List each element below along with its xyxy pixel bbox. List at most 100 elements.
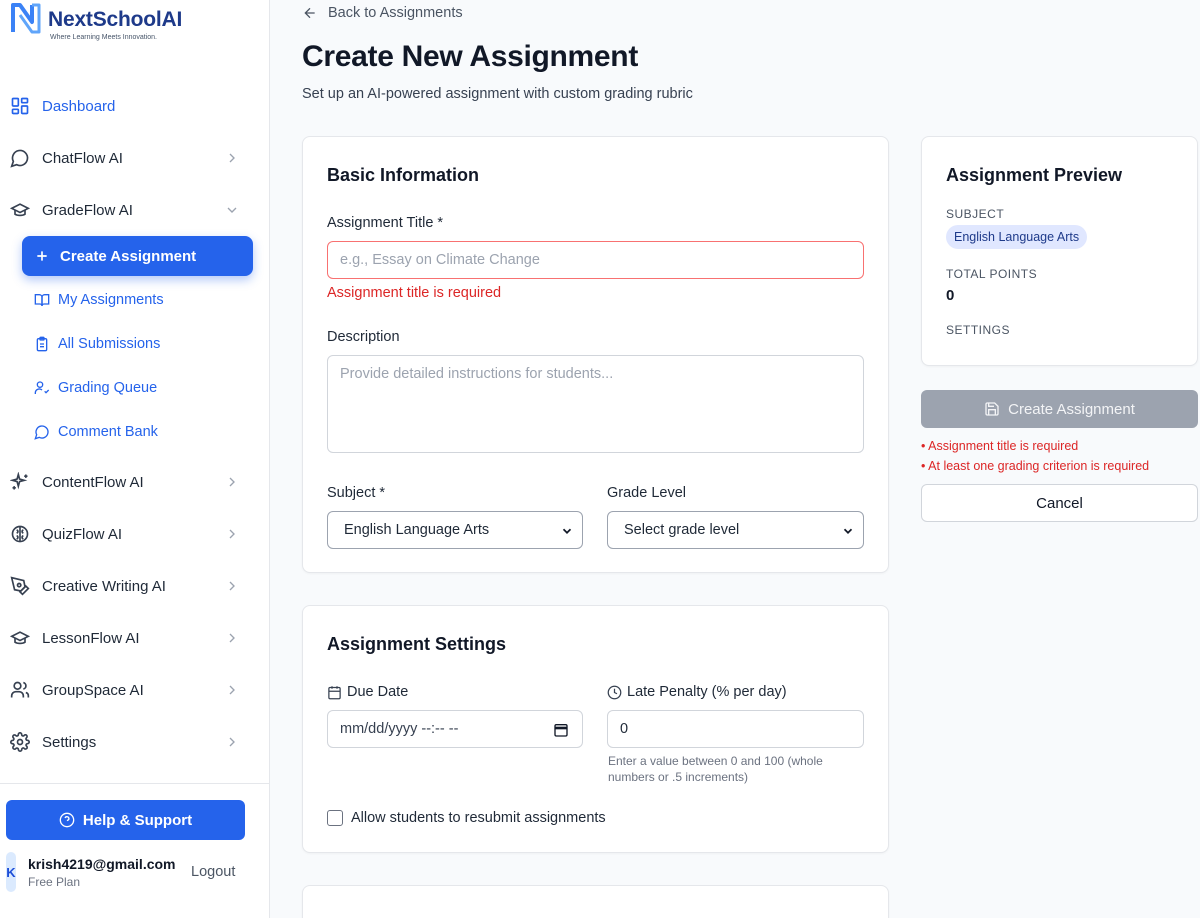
grid-icon xyxy=(11,97,29,115)
clock-icon xyxy=(607,685,622,699)
sidebar-item-label: ChatFlow AI xyxy=(42,149,123,167)
validation-errors: • Assignment title is required • At leas… xyxy=(921,436,1149,476)
chevron-down-icon xyxy=(227,207,237,213)
brain-icon xyxy=(11,525,29,543)
preview-subject-label: SUBJECT xyxy=(946,207,1005,221)
late-penalty-label-text: Late Penalty (% per day) xyxy=(627,684,787,700)
late-penalty-input[interactable] xyxy=(607,710,864,748)
sidebar: NextSchoolAI Where Learning Meets Innova… xyxy=(0,0,270,918)
sidebar-subitem-all-submissions[interactable]: All Submissions xyxy=(34,324,160,364)
sparkles-icon xyxy=(10,472,28,490)
logo[interactable]: NextSchoolAI Where Learning Meets Innova… xyxy=(10,2,182,41)
page-title: Create New Assignment xyxy=(302,40,639,73)
assignment-preview-title: Assignment Preview xyxy=(946,165,1123,185)
assignment-title-label: Assignment Title * xyxy=(327,215,444,231)
user-panel: K krish4219@gmail.com Free Plan Logout xyxy=(6,852,256,892)
validation-error-item: • Assignment title is required xyxy=(921,439,1079,453)
save-icon xyxy=(985,402,999,416)
assignment-title-input[interactable] xyxy=(327,241,864,279)
chat-bubble-icon xyxy=(10,149,29,168)
gear-icon xyxy=(10,732,30,752)
graduation-cap-icon xyxy=(10,631,30,645)
chat-bubble-icon xyxy=(34,425,49,440)
clipboard-icon xyxy=(36,336,48,352)
chevron-right-icon xyxy=(229,153,235,163)
sidebar-item-label: QuizFlow AI xyxy=(42,525,123,543)
sidebar-item-creative-writing[interactable]: Creative Writing AI xyxy=(0,560,269,612)
sidebar-item-label: Creative Writing AI xyxy=(42,577,166,595)
plus-icon xyxy=(37,251,47,261)
sidebar-item-label: Dashboard xyxy=(42,97,116,115)
cancel-button[interactable]: Cancel xyxy=(921,484,1198,522)
calendar-icon xyxy=(328,685,341,699)
logo-icon xyxy=(11,3,41,34)
grading-rubric-card xyxy=(302,885,889,918)
subject-label: Subject * xyxy=(327,485,386,501)
late-penalty-hint-line-2: numbers or .5 increments) xyxy=(608,770,749,784)
grade-level-select-value: Select grade level xyxy=(624,522,740,538)
chevron-right-icon xyxy=(229,581,235,591)
preview-points-value: 0 xyxy=(946,287,955,304)
sidebar-subitem-label: All Submissions xyxy=(58,336,161,352)
create-assignment-button[interactable]: Create Assignment xyxy=(921,390,1198,428)
sidebar-item-groupspace[interactable]: GroupSpace AI xyxy=(0,664,269,716)
avatar[interactable]: K xyxy=(6,852,16,892)
sidebar-item-dashboard[interactable]: Dashboard xyxy=(0,80,269,132)
assignment-settings-card: Assignment Settings Due Date mm/dd/yyyy … xyxy=(302,605,889,853)
sidebar-item-label: GradeFlow AI xyxy=(42,201,133,219)
late-penalty-hint-line-1: Enter a value between 0 and 100 (whole xyxy=(608,754,823,768)
basic-information-title: Basic Information xyxy=(327,165,480,185)
due-date-placeholder: mm/dd/yyyy --:-- -- xyxy=(340,721,459,737)
sidebar-item-label: Settings xyxy=(42,733,97,751)
grade-level-select[interactable]: Select grade level xyxy=(607,511,864,549)
help-support-button[interactable]: Help & Support xyxy=(6,800,245,840)
resubmit-checkbox[interactable] xyxy=(327,810,343,826)
due-date-label: Due Date xyxy=(327,684,408,700)
resubmit-label[interactable]: Allow students to resubmit assignments xyxy=(351,810,606,826)
chevron-down-icon xyxy=(843,528,853,534)
page-subtitle: Set up an AI-powered assignment with cus… xyxy=(302,86,693,102)
sidebar-item-label: GroupSpace AI xyxy=(42,681,144,699)
subject-select-value: English Language Arts xyxy=(344,522,490,538)
sidebar-subitem-label: Comment Bank xyxy=(58,424,158,440)
sidebar-subitem-create-assignment[interactable]: Create Assignment xyxy=(22,236,253,276)
sidebar-subitem-comment-bank[interactable]: Comment Bank xyxy=(34,412,158,452)
chevron-right-icon xyxy=(229,685,235,695)
validation-error-item: • At least one grading criterion is requ… xyxy=(921,459,1150,473)
chevron-right-icon xyxy=(229,737,235,747)
sidebar-subitem-grading-queue[interactable]: Grading Queue xyxy=(34,368,157,408)
due-date-label-text: Due Date xyxy=(347,684,409,700)
sidebar-item-settings[interactable]: Settings xyxy=(0,716,269,768)
arrow-left-icon xyxy=(304,7,315,19)
subject-select[interactable]: English Language Arts xyxy=(327,511,583,549)
sidebar-item-label: LessonFlow AI xyxy=(42,629,140,647)
assignment-title-error: Assignment title is required xyxy=(327,285,502,301)
back-label: Back to Assignments xyxy=(328,5,463,21)
user-check-icon xyxy=(34,381,50,394)
late-penalty-label: Late Penalty (% per day) xyxy=(607,684,787,700)
due-date-input[interactable]: mm/dd/yyyy --:-- -- xyxy=(327,710,583,748)
help-support-label: Help & Support xyxy=(82,811,193,829)
sidebar-subitem-label: Create Assignment xyxy=(60,247,197,265)
sidebar-item-quizflow[interactable]: QuizFlow AI xyxy=(0,508,269,560)
sidebar-item-gradeflow[interactable]: GradeFlow AI xyxy=(0,184,269,236)
back-to-assignments-link[interactable]: Back to Assignments xyxy=(302,5,463,21)
user-email: krish4219@gmail.com xyxy=(28,856,176,872)
logout-button[interactable]: Logout xyxy=(191,864,235,880)
sidebar-item-lessonflow[interactable]: LessonFlow AI xyxy=(0,612,269,664)
basic-information-card: Basic Information Assignment Title * Ass… xyxy=(302,136,889,573)
calendar-picker-icon[interactable] xyxy=(553,722,569,738)
sidebar-item-chatflow[interactable]: ChatFlow AI xyxy=(0,132,269,184)
create-assignment-label: Create Assignment xyxy=(1008,400,1135,418)
pen-tool-icon xyxy=(10,576,30,596)
preview-settings-label: SETTINGS xyxy=(946,323,1011,337)
preview-subject-badge: English Language Arts xyxy=(946,225,1088,249)
chevron-down-icon xyxy=(562,528,572,534)
book-open-icon xyxy=(34,294,50,307)
sidebar-item-contentflow[interactable]: ContentFlow AI xyxy=(0,456,269,508)
description-textarea[interactable] xyxy=(327,355,864,453)
sidebar-divider xyxy=(0,783,269,784)
sidebar-subitem-my-assignments[interactable]: My Assignments xyxy=(34,280,164,320)
preview-points-label: TOTAL POINTS xyxy=(946,267,1038,281)
late-penalty-hint: Enter a value between 0 and 100 (whole n… xyxy=(608,753,823,785)
